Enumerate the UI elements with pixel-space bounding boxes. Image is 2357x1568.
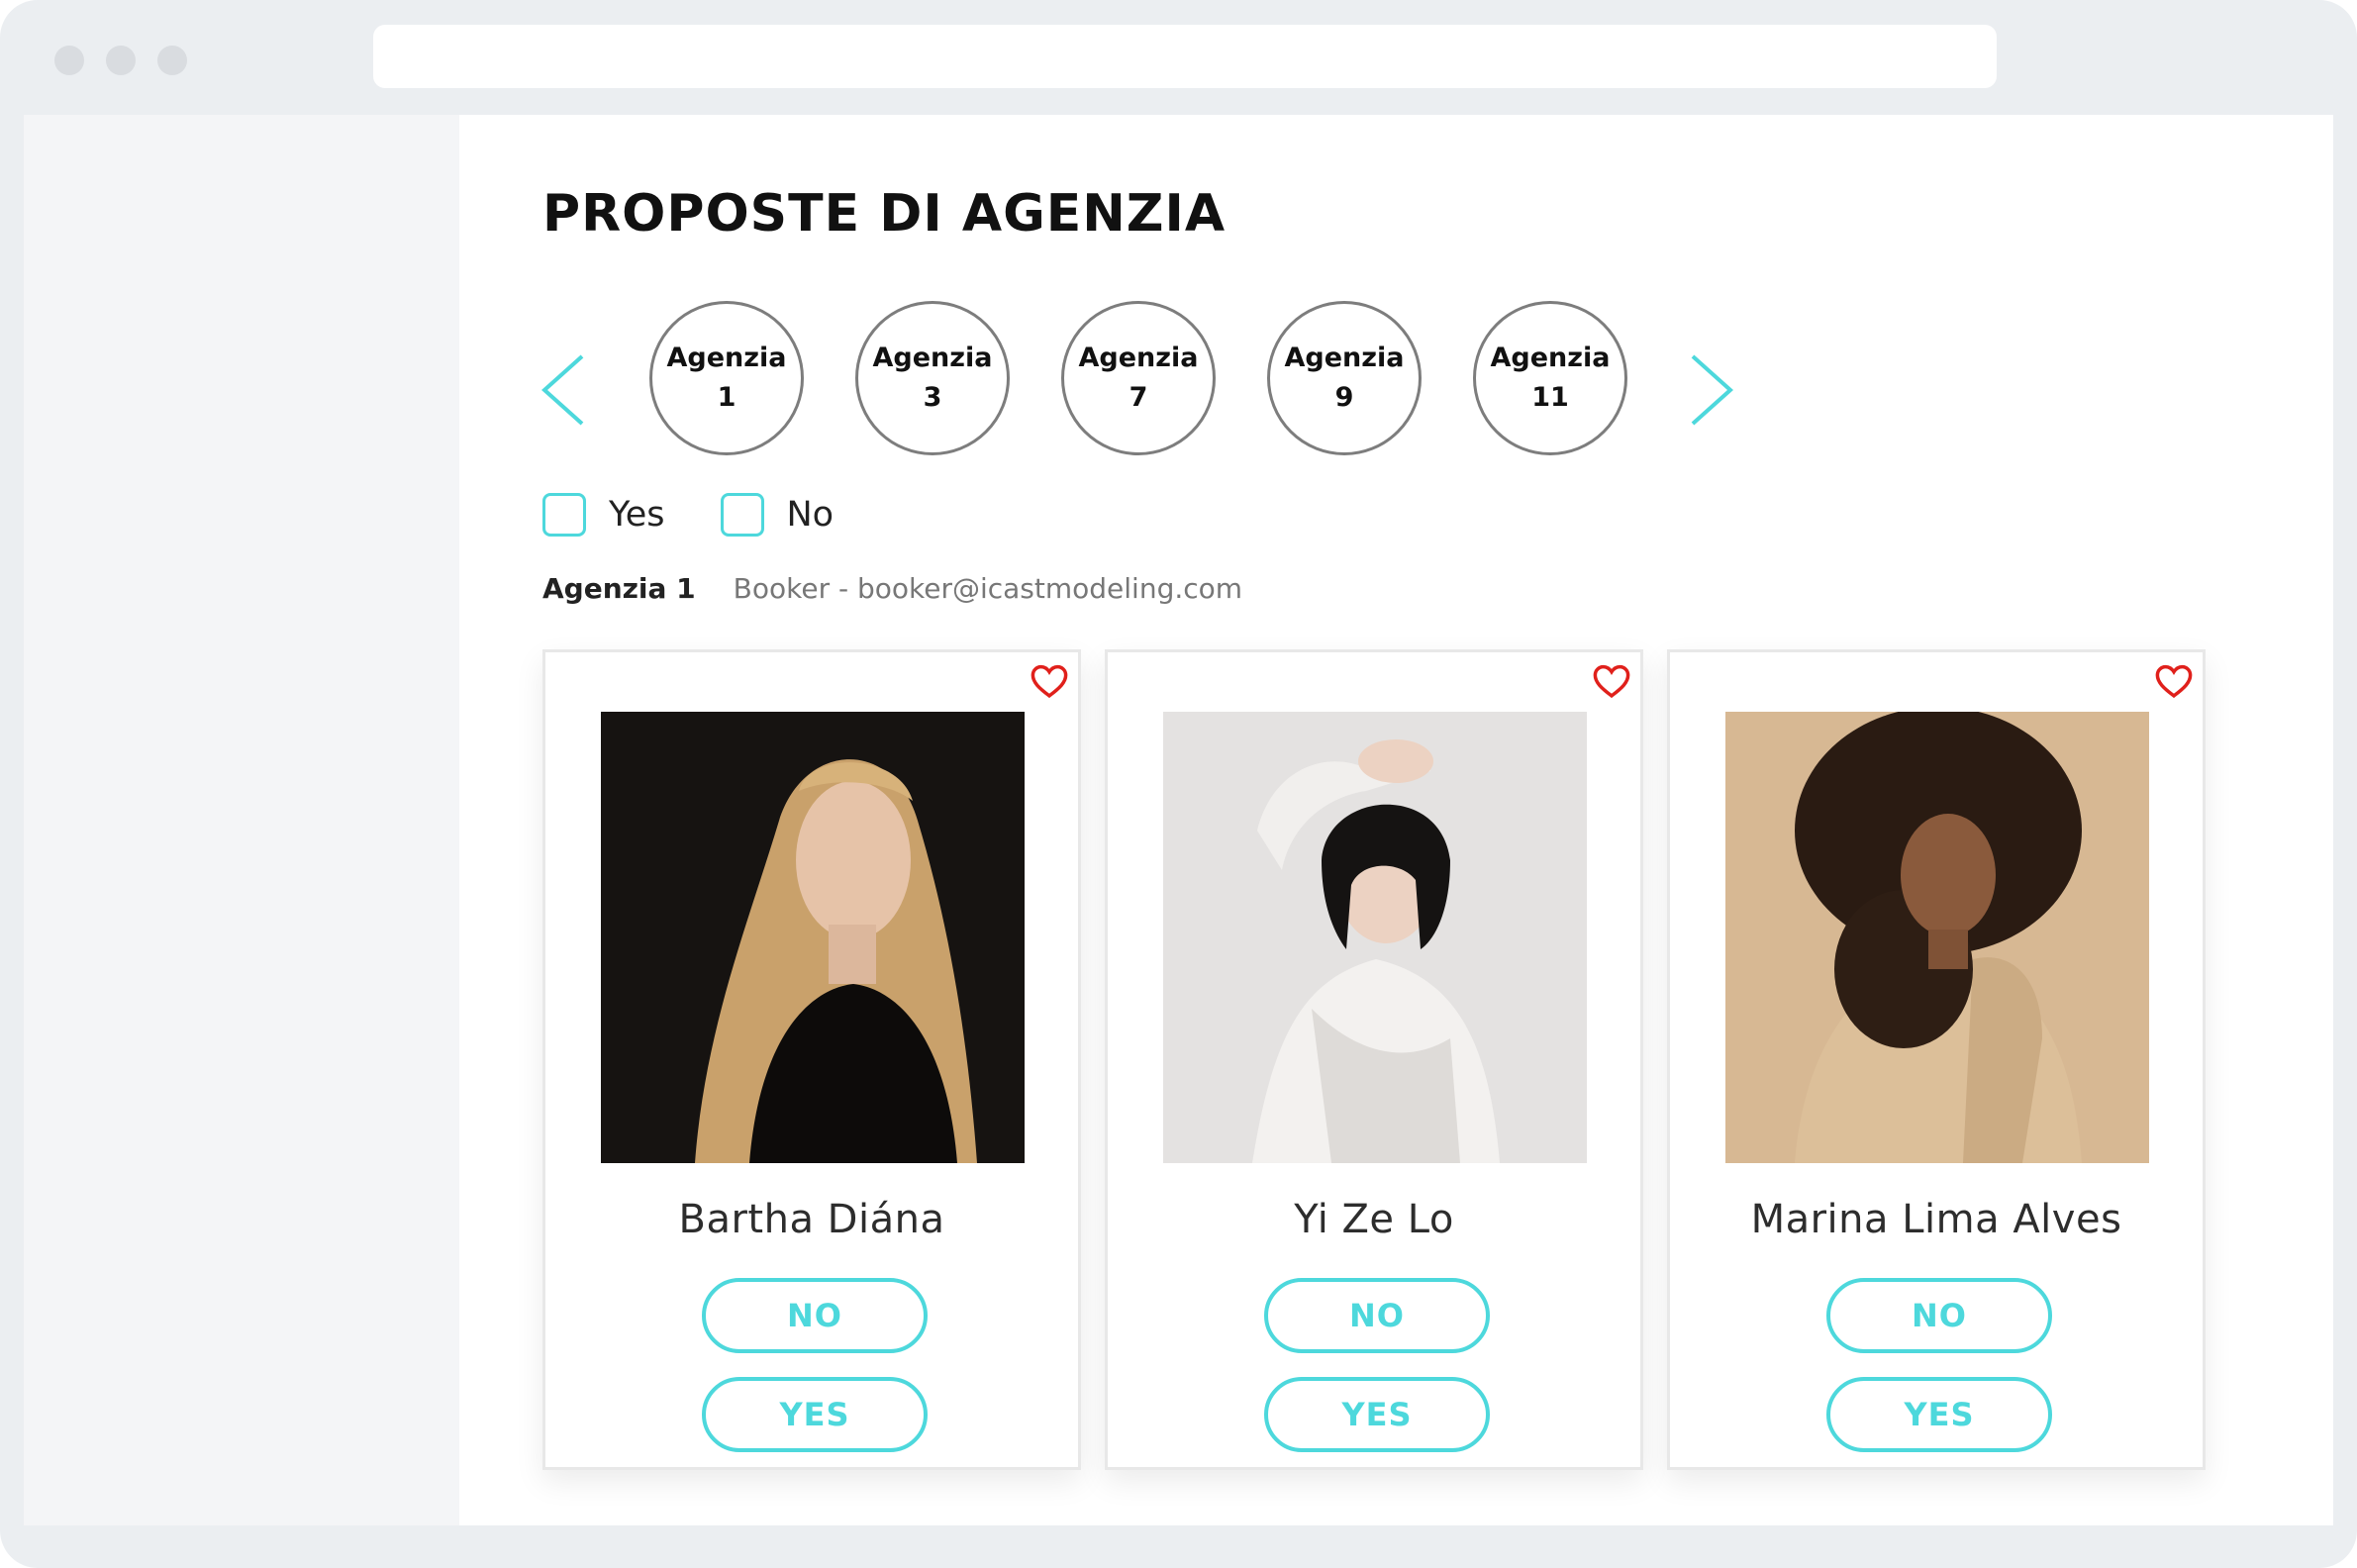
agency-tab-label: Agenzia xyxy=(872,343,993,373)
main-content: PROPOSTE DI AGENZIA Agenzia 1 Agenzia 3 … xyxy=(459,115,2333,1525)
yes-button[interactable]: YES xyxy=(702,1377,928,1452)
model-name: Marina Lima Alves xyxy=(1750,1197,2122,1242)
heart-icon[interactable] xyxy=(2153,660,2195,702)
filter-group: Yes No xyxy=(542,493,889,537)
yes-checkbox[interactable] xyxy=(542,493,586,537)
agency-tab-label: Agenzia xyxy=(1078,343,1199,373)
model-name: Yi Ze Lo xyxy=(1294,1197,1454,1242)
no-button[interactable]: NO xyxy=(1264,1278,1490,1353)
agency-tab-number: 1 xyxy=(717,382,737,413)
window-dot-close[interactable] xyxy=(54,46,84,75)
page-viewport: PROPOSTE DI AGENZIA Agenzia 1 Agenzia 3 … xyxy=(24,115,2333,1525)
agency-tab-number: 3 xyxy=(923,382,942,413)
model-name: Bartha Diána xyxy=(678,1197,945,1242)
agency-tab-11[interactable]: Agenzia 11 xyxy=(1473,301,1627,455)
model-card: Yi Ze Lo NO YES xyxy=(1105,649,1643,1470)
yes-button[interactable]: YES xyxy=(1264,1377,1490,1452)
chevron-left-icon[interactable] xyxy=(537,350,590,430)
agency-tab-1[interactable]: Agenzia 1 xyxy=(649,301,804,455)
agency-contact: Booker - booker@icastmodeling.com xyxy=(733,572,1243,605)
agency-tab-number: 11 xyxy=(1531,382,1569,413)
sidebar xyxy=(24,115,459,1525)
filter-label: Yes xyxy=(609,495,665,535)
no-button[interactable]: NO xyxy=(702,1278,928,1353)
browser-window: PROPOSTE DI AGENZIA Agenzia 1 Agenzia 3 … xyxy=(0,0,2357,1568)
agency-carousel: Agenzia 1 Agenzia 3 Agenzia 7 Agenzia 9 … xyxy=(649,301,1627,455)
agency-tab-7[interactable]: Agenzia 7 xyxy=(1061,301,1216,455)
model-photo xyxy=(601,712,1025,1163)
model-card: Bartha Diána NO YES xyxy=(542,649,1081,1470)
window-dot-maximize[interactable] xyxy=(157,46,187,75)
agency-info: Agenzia 1 Booker - booker@icastmodeling.… xyxy=(542,572,1242,605)
no-checkbox[interactable] xyxy=(720,493,764,537)
model-card-list: Bartha Diána NO YES Yi Ze Lo NO YES Mari… xyxy=(542,649,2206,1470)
window-dot-minimize[interactable] xyxy=(106,46,136,75)
agency-tab-label: Agenzia xyxy=(666,343,787,373)
page-title: PROPOSTE DI AGENZIA xyxy=(542,184,1227,244)
agency-tab-9[interactable]: Agenzia 9 xyxy=(1267,301,1422,455)
model-card: Marina Lima Alves NO YES xyxy=(1667,649,2206,1470)
chevron-right-icon[interactable] xyxy=(1685,350,1738,430)
agency-tab-label: Agenzia xyxy=(1284,343,1405,373)
agency-name: Agenzia 1 xyxy=(542,572,696,605)
filter-yes[interactable]: Yes xyxy=(542,493,665,537)
filter-no[interactable]: No xyxy=(720,493,835,537)
heart-icon[interactable] xyxy=(1029,660,1070,702)
filter-label: No xyxy=(786,495,835,535)
agency-tab-label: Agenzia xyxy=(1490,343,1611,373)
yes-button[interactable]: YES xyxy=(1826,1377,2052,1452)
agency-tab-number: 9 xyxy=(1334,382,1354,413)
address-bar[interactable] xyxy=(373,25,1997,88)
model-photo xyxy=(1725,712,2149,1163)
no-button[interactable]: NO xyxy=(1826,1278,2052,1353)
model-photo xyxy=(1163,712,1587,1163)
agency-tab-3[interactable]: Agenzia 3 xyxy=(855,301,1010,455)
heart-icon[interactable] xyxy=(1591,660,1632,702)
agency-tab-number: 7 xyxy=(1129,382,1148,413)
